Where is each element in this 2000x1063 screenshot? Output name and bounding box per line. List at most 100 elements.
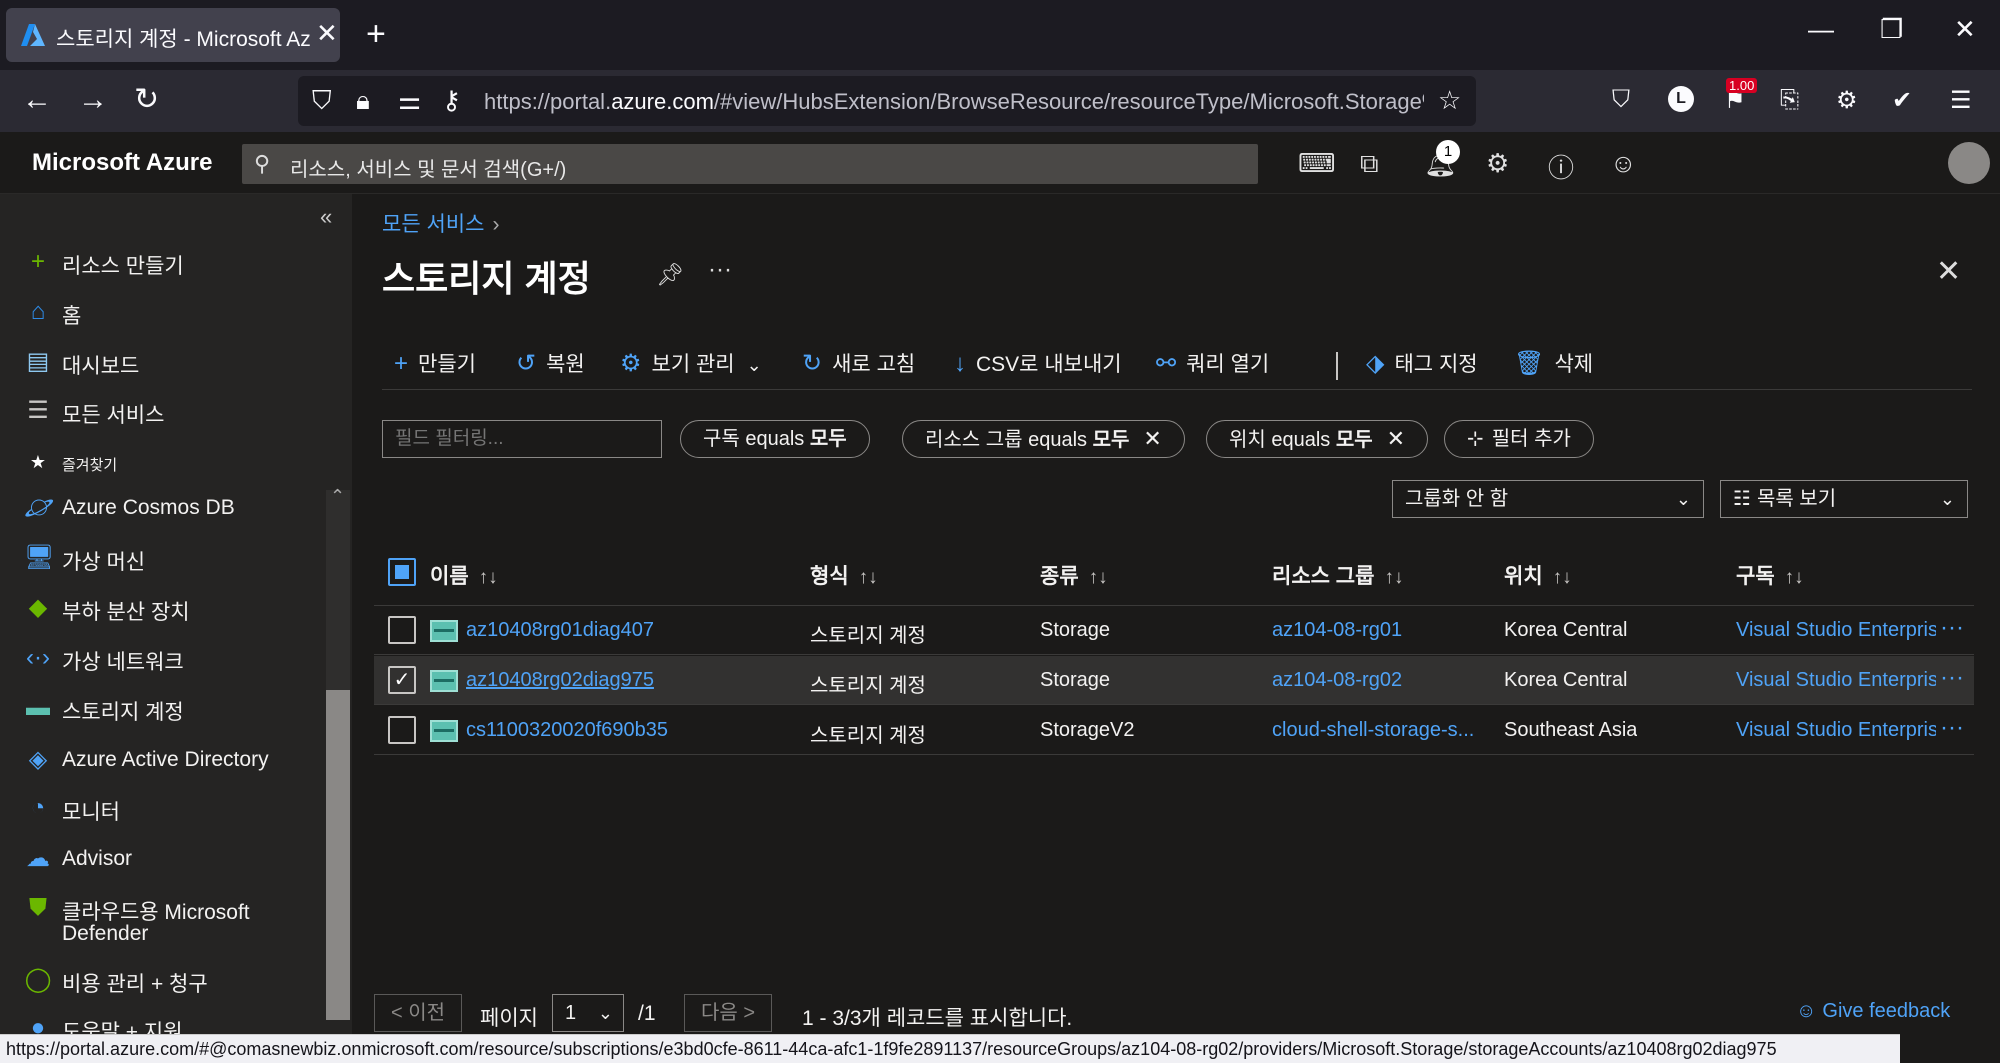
column-header-kind[interactable]: 종류 ↑↓ (1040, 560, 1108, 590)
sidebar-item-create-resource[interactable]: + 리소스 만들기 (24, 246, 324, 282)
url-bar[interactable]: ⛉ 🔒︎ ⚌ ⚷ https://portal.azure.com/#view/… (298, 76, 1476, 126)
scroll-up-icon[interactable]: ⌃ (330, 486, 345, 507)
row-more-icon[interactable]: ··· (1940, 714, 1964, 742)
table-row[interactable]: cs1100320020f690b35 스토리지 계정 StorageV2 cl… (374, 706, 1974, 755)
extension-check-icon[interactable]: ✔ (1892, 86, 1912, 115)
sidebar-item-virtual-networks[interactable]: ‹·› 가상 네트워크 (24, 642, 324, 678)
reload-icon[interactable]: ↻ (134, 82, 159, 118)
column-header-location[interactable]: 위치 ↑↓ (1504, 560, 1572, 590)
resource-group-link[interactable]: az104-08-rg01 (1272, 619, 1482, 642)
resource-group-link[interactable]: az104-08-rg02 (1272, 669, 1482, 692)
list-icon: ☰ (27, 397, 49, 424)
bookmark-star-icon[interactable]: ☆ (1438, 85, 1461, 116)
account-icon[interactable]: L (1668, 86, 1694, 112)
reader-icon[interactable]: ⎘ (1780, 86, 1799, 114)
grouping-dropdown[interactable]: 그룹화 안 함 ⌄ (1392, 480, 1704, 518)
breadcrumb-all-services[interactable]: 모든 서비스 (382, 213, 484, 236)
export-csv-button[interactable]: ↓ CSV로 내보내기 (954, 348, 1122, 382)
new-tab-button[interactable]: + (366, 14, 386, 54)
row-more-icon[interactable]: ··· (1940, 664, 1964, 692)
filter-pill-resource-group[interactable]: 리소스 그룹 equals 모두 ✕ (902, 420, 1185, 458)
settings-gear-icon[interactable]: ⚙ (1486, 148, 1509, 179)
table-row[interactable]: az10408rg01diag407 스토리지 계정 Storage az104… (374, 606, 1974, 655)
lock-icon[interactable]: 🔒︎ (356, 85, 370, 117)
sidebar-item-virtual-machines[interactable]: 🖥︎ 가상 머신 (24, 542, 324, 578)
key-icon[interactable]: ⚷ (442, 85, 461, 116)
tab-close-icon[interactable]: ✕ (316, 18, 338, 49)
sidebar-item-cost-management[interactable]: ◯ 비용 관리 + 청구 (24, 964, 324, 1000)
remove-filter-icon[interactable]: ✕ (1387, 426, 1405, 451)
dropdown-value: 그룹화 안 함 (1405, 488, 1509, 510)
sidebar-item-all-services[interactable]: ☰ 모든 서비스 (24, 395, 324, 431)
column-header-name[interactable]: 이름 ↑↓ (430, 560, 498, 590)
resource-group-link[interactable]: cloud-shell-storage-s... (1272, 719, 1482, 742)
delete-button[interactable]: 🗑︎ 삭제 (1514, 348, 1593, 382)
directory-filter-icon[interactable]: ⧉ (1360, 148, 1379, 180)
subscription-link[interactable]: Visual Studio Enterpris... (1736, 719, 1936, 742)
row-more-icon[interactable]: ··· (1940, 614, 1964, 642)
assign-tags-button[interactable]: ⬗ 태그 지정 (1366, 348, 1478, 382)
filter-pill-location[interactable]: 위치 equals 모두 ✕ (1206, 420, 1429, 458)
brand-logo[interactable]: Microsoft Azure (32, 149, 212, 177)
restore-icon[interactable]: ❐ (1880, 14, 1903, 45)
more-options-icon[interactable]: ··· (708, 256, 732, 284)
sidebar-item-dashboard[interactable]: ▤ 대시보드 (24, 346, 324, 382)
sidebar-item-monitor[interactable]: ◔ 모니터 (24, 792, 324, 828)
minimize-icon[interactable]: — (1808, 14, 1834, 45)
feedback-icon[interactable]: ☺ (1610, 148, 1637, 179)
help-icon[interactable]: ⓘ (1548, 148, 1574, 185)
resource-name-link[interactable]: az10408rg01diag407 (466, 619, 654, 642)
sidebar-item-cosmos-db[interactable]: 🪐︎ Azure Cosmos DB (24, 492, 324, 528)
open-query-button[interactable]: ⚯ 쿼리 열기 (1156, 348, 1269, 382)
row-checkbox[interactable]: ✓ (388, 666, 416, 694)
shield-icon[interactable]: ⛉ (312, 85, 332, 117)
close-blade-icon[interactable]: ✕ (1936, 254, 1961, 289)
sidebar-item-defender[interactable]: ⛊ 클라우드용 Microsoft Defender (24, 892, 324, 952)
page-select[interactable]: 1 ⌄ (552, 994, 624, 1032)
select-all-checkbox[interactable] (388, 558, 416, 586)
sidebar-item-storage-accounts[interactable]: ▬ 스토리지 계정 (24, 692, 324, 728)
global-search-input[interactable]: ⚲ 리소스, 서비스 및 문서 검색(G+/) (242, 144, 1258, 184)
row-checkbox[interactable] (388, 616, 416, 644)
column-header-resource-group[interactable]: 리소스 그룹 ↑↓ (1272, 560, 1403, 590)
sidebar-item-advisor[interactable]: ☁ Advisor (24, 843, 324, 879)
extension-gear-icon[interactable]: ⚙ (1836, 86, 1858, 115)
table-row[interactable]: ✓ az10408rg02diag975 스토리지 계정 Storage az1… (374, 656, 1974, 705)
sidebar-item-active-directory[interactable]: ◈ Azure Active Directory (24, 744, 324, 780)
column-header-subscription[interactable]: 구독 ↑↓ (1736, 560, 1804, 590)
next-page-button[interactable]: 다음 > (684, 994, 773, 1032)
field-filter-input[interactable] (382, 420, 662, 458)
menu-icon[interactable]: ☰ (1950, 86, 1972, 115)
previous-page-button[interactable]: < 이전 (374, 994, 463, 1032)
column-header-type[interactable]: 형식 ↑↓ (810, 560, 878, 590)
subscription-link[interactable]: Visual Studio Enterpris... (1736, 619, 1936, 642)
sidebar-item-load-balancers[interactable]: ◆ 부하 분산 장치 (24, 592, 324, 628)
give-feedback-link[interactable]: ☺ Give feedback (1796, 1000, 1950, 1023)
sidebar-scrollbar-thumb[interactable] (326, 690, 350, 1020)
avatar[interactable] (1948, 142, 1990, 184)
pin-icon[interactable]: 📌︎ (656, 262, 684, 288)
filter-pill-subscription[interactable]: 구독 equals 모두 (680, 420, 870, 458)
url-text[interactable]: https://portal.azure.com/#view/HubsExten… (484, 89, 1424, 115)
sidebar-item-help-support[interactable]: ● 도움말 + 지원 (24, 1012, 324, 1034)
forward-icon[interactable]: → (78, 82, 108, 118)
view-dropdown[interactable]: ☷ 목록 보기 ⌄ (1720, 480, 1968, 518)
collapse-sidebar-icon[interactable]: « (320, 204, 332, 230)
resource-name-link[interactable]: cs1100320020f690b35 (466, 719, 668, 742)
browser-tab[interactable]: 스토리지 계정 - Microsoft Azure ✕ (6, 8, 340, 62)
refresh-button[interactable]: ↻ 새로 고침 (802, 348, 915, 382)
cloud-shell-icon[interactable]: ⌨ (1298, 148, 1336, 179)
window-close-icon[interactable]: ✕ (1954, 14, 1976, 45)
back-icon[interactable]: ← (22, 82, 52, 118)
create-button[interactable]: + 만들기 (394, 348, 476, 382)
row-checkbox[interactable] (388, 716, 416, 744)
add-filter-button[interactable]: ⊹ 필터 추가 (1444, 420, 1594, 458)
sidebar-item-home[interactable]: ⌂ 홈 (24, 296, 324, 332)
permissions-icon[interactable]: ⚌ (398, 85, 421, 116)
restore-button[interactable]: ↺ 복원 (516, 348, 585, 382)
manage-view-button[interactable]: ⚙ 보기 관리 ⌄ (620, 348, 762, 382)
resource-name-link[interactable]: az10408rg02diag975 (466, 669, 654, 692)
remove-filter-icon[interactable]: ✕ (1143, 426, 1161, 451)
subscription-link[interactable]: Visual Studio Enterpris... (1736, 669, 1936, 692)
pocket-icon[interactable]: ⛉ (1612, 86, 1630, 114)
